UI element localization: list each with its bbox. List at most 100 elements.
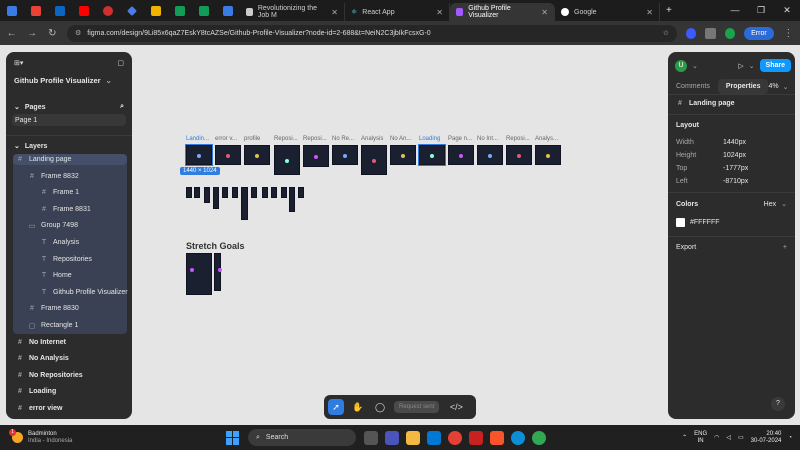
mobile-frame-thumbnail[interactable] (241, 187, 248, 220)
tab-react-app[interactable]: ⚛ React App ✕ (345, 3, 450, 21)
windows-start-icon[interactable] (226, 430, 240, 445)
store-icon[interactable] (427, 430, 441, 445)
stretch-goal-frame[interactable] (186, 253, 212, 295)
frame-label[interactable]: Reposi... (274, 136, 298, 142)
tab-google[interactable]: Google ✕ (555, 3, 660, 21)
clock[interactable]: 20:40 30-07-2024 (751, 431, 782, 445)
close-window-icon[interactable]: ✕ (774, 5, 800, 16)
mobile-frame-thumbnail[interactable] (194, 187, 200, 198)
forward-icon[interactable]: → (26, 28, 37, 39)
close-icon[interactable]: ✕ (646, 8, 653, 17)
frame-label[interactable]: Landin... (186, 136, 209, 142)
help-button[interactable]: ? (771, 397, 785, 411)
language[interactable]: ENG (694, 431, 707, 438)
chevron-down-icon[interactable]: ⌄ (14, 103, 20, 111)
frame-label[interactable]: error v... (215, 136, 237, 142)
layer-item[interactable]: # Loading (6, 386, 132, 397)
tab-comments[interactable]: Comments (668, 79, 718, 94)
chevron-down-icon[interactable]: ⌄ (781, 200, 787, 208)
chrome-icon[interactable] (448, 430, 462, 445)
frame-label[interactable]: Reposi... (303, 136, 327, 142)
weather-widget[interactable]: 1 Badminton India - Indonesia (0, 429, 160, 445)
layer-item[interactable]: T Home (6, 270, 132, 281)
figma-menu-icon[interactable]: ⊞▾ (14, 59, 23, 67)
frame-label[interactable]: Analys... (535, 136, 558, 142)
frame-label[interactable]: No An... (390, 136, 411, 142)
more-menu-icon[interactable]: ⋮ (783, 28, 794, 39)
mobile-frame-thumbnail[interactable] (281, 187, 287, 198)
property-value[interactable]: 1440px (723, 139, 746, 146)
mobile-frame-thumbnail[interactable] (271, 187, 277, 198)
main-menu[interactable]: ⊞▾ ▢ (6, 59, 132, 67)
extensions-puzzle-icon[interactable] (705, 27, 716, 39)
tab-pinned-youtube[interactable] (72, 0, 96, 21)
mobile-frame-thumbnail[interactable] (213, 187, 219, 209)
layer-item[interactable]: # Frame 1 (6, 187, 132, 198)
frame-label[interactable]: No Int... (477, 136, 498, 142)
property-value[interactable]: 1024px (723, 152, 746, 159)
file-explorer-icon[interactable] (406, 430, 420, 445)
brave-icon[interactable] (490, 430, 504, 445)
figma-canvas[interactable]: ⊞▾ ▢ Github Profile Visualizer ⌄ ⌄ Pages… (0, 45, 800, 425)
maximize-icon[interactable]: ❐ (748, 5, 774, 16)
tab-pinned-app[interactable] (96, 0, 120, 21)
mobile-frame-thumbnail[interactable] (186, 187, 192, 198)
frame-label[interactable]: Reposi... (506, 136, 530, 142)
frame-label[interactable]: No Re... (332, 136, 354, 142)
layer-item[interactable]: T Github Profile Visualizer (6, 287, 132, 298)
wifi-icon[interactable]: ◠ (714, 434, 719, 441)
close-icon[interactable]: ✕ (436, 8, 443, 17)
property-value[interactable]: -8710px (723, 178, 748, 185)
frame-label[interactable]: profile (244, 136, 260, 142)
stretch-goal-frame[interactable] (214, 253, 222, 291)
mobile-frame-thumbnail[interactable] (204, 187, 210, 203)
error-button[interactable]: Error (744, 26, 774, 40)
taskbar-search[interactable]: ⌕ Search (248, 429, 356, 446)
present-icon[interactable]: ▷ (738, 62, 743, 70)
tab-properties[interactable]: Properties (717, 79, 769, 94)
frame-thumbnail[interactable] (448, 145, 474, 165)
profile-avatar[interactable] (724, 27, 736, 39)
frame-thumbnail[interactable] (185, 144, 213, 166)
frame-thumbnail[interactable] (418, 144, 446, 166)
avatar[interactable]: U (675, 59, 687, 72)
teams-icon[interactable] (385, 430, 399, 445)
layer-item[interactable]: # No Analysis (6, 353, 132, 364)
hand-tool-icon[interactable]: ✋ (350, 399, 366, 415)
mobile-frame-thumbnail[interactable] (232, 187, 238, 198)
layer-item[interactable]: ▭ Group 7498 (6, 220, 132, 231)
section-title[interactable]: Stretch Goals (186, 241, 245, 251)
mobile-frame-thumbnail[interactable] (251, 187, 257, 198)
chevron-up-icon[interactable]: ⌃ (682, 434, 687, 441)
tab-pinned-sheets[interactable] (168, 0, 192, 21)
tab-pinned-bolt[interactable] (144, 0, 168, 21)
tab-pinned-gemini[interactable] (120, 0, 144, 21)
layer-item[interactable]: # Frame 8832 (6, 171, 132, 182)
frame-thumbnail[interactable] (390, 145, 416, 165)
task-view-icon[interactable] (364, 430, 378, 445)
dev-mode-icon[interactable]: </> (445, 399, 467, 415)
reload-icon[interactable]: ↻ (47, 28, 58, 39)
close-icon[interactable]: ✕ (331, 8, 338, 17)
mobile-frame-thumbnail[interactable] (289, 187, 295, 212)
mcafee-icon[interactable] (469, 430, 483, 445)
layer-item[interactable]: # Frame 8830 (6, 303, 132, 314)
frame-label[interactable]: Page n... (448, 136, 472, 142)
layer-item[interactable]: T Repositories (6, 254, 132, 265)
tab-pinned-sheets-2[interactable] (192, 0, 216, 21)
frame-label[interactable]: Analysis (361, 136, 383, 142)
close-icon[interactable]: ✕ (541, 8, 548, 17)
tab-pinned-docs-2[interactable] (216, 0, 240, 21)
comment-tool-icon[interactable]: ◯ (372, 399, 388, 415)
color-swatch[interactable] (676, 218, 685, 227)
frame-thumbnail[interactable] (274, 145, 300, 175)
tab-revolutionizing[interactable]: Revolutionizing the Job M ✕ (240, 3, 345, 21)
add-export-icon[interactable]: + (783, 244, 787, 251)
zoom-level[interactable]: 4% (768, 83, 778, 90)
bookmark-star-icon[interactable]: ☆ (663, 29, 669, 37)
back-icon[interactable]: ← (6, 28, 17, 39)
layer-item[interactable]: T Analysis (6, 237, 132, 248)
frame-label[interactable]: Loading (419, 136, 440, 142)
tab-github-profile-visualizer[interactable]: Github Profile Visualizer ✕ (450, 3, 555, 21)
volume-icon[interactable]: ◁ (726, 434, 731, 441)
